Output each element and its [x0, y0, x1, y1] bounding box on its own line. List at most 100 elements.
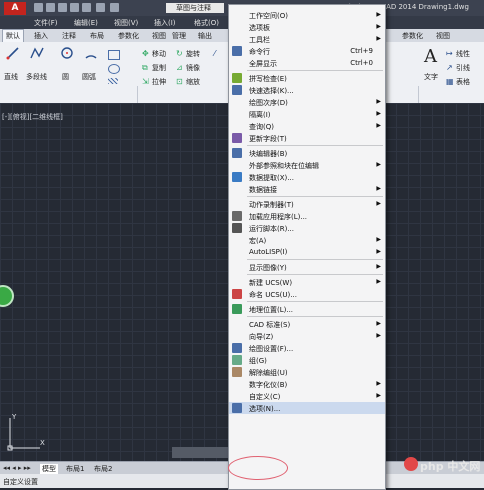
copy-tool[interactable]: 复制 — [152, 63, 166, 73]
menu-item-32[interactable]: 向导(Z) ▶ — [229, 330, 385, 342]
menu-item-15[interactable]: 数据提取(X)... — [229, 171, 385, 183]
ellipse-icon[interactable] — [108, 64, 120, 74]
tab-default[interactable]: 默认 — [2, 29, 24, 43]
menu-item-35[interactable]: 解除编组(U) — [229, 366, 385, 378]
circle-tool[interactable] — [60, 46, 74, 62]
menu-file[interactable]: 文件(F) — [34, 18, 58, 28]
print-icon[interactable] — [82, 3, 91, 12]
menu-item-19[interactable]: 加载应用程序(L)... — [229, 210, 385, 222]
menu-item-18[interactable]: 动作录制器(T) ▶ — [229, 198, 385, 210]
menu-item-4[interactable]: 全屏显示 Ctrl+0 — [229, 57, 385, 69]
tools-menu: 工作空间(O) ▶ 选项板 ▶ 工具栏 ▶ 命令行 Ctrl+9 全屏显示 Ctrl+0 拼写检查(… — [228, 4, 386, 490]
menu-item-21[interactable]: 宏(A) ▶ — [229, 234, 385, 246]
line-tool[interactable] — [6, 46, 20, 62]
menu-item-1[interactable]: 选项板 ▶ — [229, 21, 385, 33]
save-as-icon[interactable] — [70, 3, 79, 12]
menu-item-label: 组(G) — [249, 357, 267, 365]
linear-dim-tool[interactable]: 线性 — [456, 49, 470, 59]
polyline-tool[interactable] — [30, 46, 44, 62]
text-icon[interactable]: A — [424, 46, 437, 67]
menu-item-label: 命令行 — [249, 48, 270, 56]
viewport-controls[interactable]: [-][俯视][二维线框] — [2, 112, 63, 122]
menu-item-20[interactable]: 运行脚本(R)... — [229, 222, 385, 234]
redo-icon[interactable] — [110, 3, 119, 12]
new-file-icon[interactable] — [34, 3, 43, 12]
menu-separator — [247, 70, 383, 71]
menu-item-13[interactable]: 块编辑器(B) — [229, 147, 385, 159]
tab-model[interactable]: 模型 — [40, 464, 58, 474]
menu-item-22[interactable]: AutoLISP(I) ▶ — [229, 246, 385, 258]
menu-edit[interactable]: 编辑(E) — [74, 18, 98, 28]
menu-item-10[interactable]: 查询(Q) ▶ — [229, 120, 385, 132]
tab-nav-arrows-icon[interactable]: ◂◂ ◂ ▸ ▸▸ — [3, 464, 31, 472]
menu-item-31[interactable]: CAD 标准(S) ▶ — [229, 318, 385, 330]
tab-layout1[interactable]: 布局1 — [66, 464, 84, 474]
tab-view[interactable]: 视图 — [152, 31, 166, 41]
save-icon[interactable] — [58, 3, 67, 12]
menu-view[interactable]: 视图(V) — [114, 18, 138, 28]
tab-output[interactable]: 输出 — [198, 31, 212, 41]
menu-item-3[interactable]: 命令行 Ctrl+9 — [229, 45, 385, 57]
menu-item-27[interactable]: 命名 UCS(U)... — [229, 288, 385, 300]
menu-item-34[interactable]: 组(G) — [229, 354, 385, 366]
tab-layout[interactable]: 布局 — [90, 31, 104, 41]
menu-item-label: 自定义(C) — [249, 393, 281, 401]
leader-tool[interactable]: 引线 — [456, 63, 470, 73]
copy-icon: ⧉ — [142, 63, 148, 72]
menu-item-9[interactable]: 隔离(I) ▶ — [229, 108, 385, 120]
menu-format[interactable]: 格式(O) — [194, 18, 219, 28]
menu-item-11[interactable]: 更新字段(T) — [229, 132, 385, 144]
command-line-bar[interactable] — [172, 447, 228, 458]
cmdline-icon — [232, 46, 242, 56]
tab-insert[interactable]: 插入 — [34, 31, 48, 41]
table-tool[interactable]: 表格 — [456, 77, 470, 87]
move-tool[interactable]: 移动 — [152, 49, 166, 59]
mirror-tool[interactable]: 镜像 — [186, 63, 200, 73]
menu-item-8[interactable]: 绘图次序(D) ▶ — [229, 96, 385, 108]
menu-item-37[interactable]: 自定义(C) ▶ — [229, 390, 385, 402]
menu-item-29[interactable]: 地理位置(L)... — [229, 303, 385, 315]
menu-item-6[interactable]: 拼写检查(E) — [229, 72, 385, 84]
menu-item-36[interactable]: 数字化仪(B) ▶ — [229, 378, 385, 390]
menu-item-0[interactable]: 工作空间(O) ▶ — [229, 9, 385, 21]
tab-layout2[interactable]: 布局2 — [94, 464, 112, 474]
submenu-arrow-icon: ▶ — [376, 185, 381, 192]
menu-separator — [247, 196, 383, 197]
arc-tool[interactable] — [84, 46, 98, 62]
submenu-arrow-icon: ▶ — [376, 11, 381, 18]
hatch-icon[interactable] — [108, 78, 118, 84]
menu-item-label: 隔离(I) — [249, 111, 271, 119]
menu-item-26[interactable]: 新建 UCS(W) ▶ — [229, 276, 385, 288]
stretch-tool[interactable]: 拉伸 — [152, 77, 166, 87]
menu-item-14[interactable]: 外部参照和块在位编辑 ▶ — [229, 159, 385, 171]
rectangle-icon[interactable] — [108, 50, 120, 60]
menu-separator — [247, 301, 383, 302]
tab-parametric-right[interactable]: 参数化 — [402, 31, 423, 41]
menu-item-24[interactable]: 显示图像(Y) ▶ — [229, 261, 385, 273]
trim-icon[interactable]: ⁄ — [214, 49, 215, 58]
menu-item-label: 解除编组(U) — [249, 369, 288, 377]
submenu-arrow-icon: ▶ — [376, 278, 381, 285]
tab-view-right[interactable]: 视图 — [436, 31, 450, 41]
menu-item-2[interactable]: 工具栏 ▶ — [229, 33, 385, 45]
menu-item-33[interactable]: 绘图设置(F)... — [229, 342, 385, 354]
menu-item-label: 显示图像(Y) — [249, 264, 287, 272]
rotate-tool[interactable]: 旋转 — [186, 49, 200, 59]
menu-item-16[interactable]: 数据链接 ▶ — [229, 183, 385, 195]
open-file-icon[interactable] — [46, 3, 55, 12]
tab-annotate[interactable]: 注释 — [62, 31, 76, 41]
scale-tool[interactable]: 缩放 — [186, 77, 200, 87]
tab-manage[interactable]: 管理 — [172, 31, 186, 41]
app-logo-icon[interactable]: A — [4, 2, 26, 15]
undo-icon[interactable] — [96, 3, 105, 12]
menu-item-38[interactable]: 选项(N)... — [229, 402, 385, 414]
workspace-dropdown[interactable]: 草图与注释 — [166, 3, 224, 13]
move-icon: ✥ — [142, 49, 149, 58]
menu-item-7[interactable]: 快速选择(K)... — [229, 84, 385, 96]
status-text: 自定义设置 — [3, 478, 38, 486]
table-icon: ▦ — [446, 77, 454, 86]
text-label: 文字 — [424, 73, 438, 81]
field-icon — [232, 133, 242, 143]
menu-insert[interactable]: 插入(I) — [154, 18, 176, 28]
tab-parametric[interactable]: 参数化 — [118, 31, 139, 41]
